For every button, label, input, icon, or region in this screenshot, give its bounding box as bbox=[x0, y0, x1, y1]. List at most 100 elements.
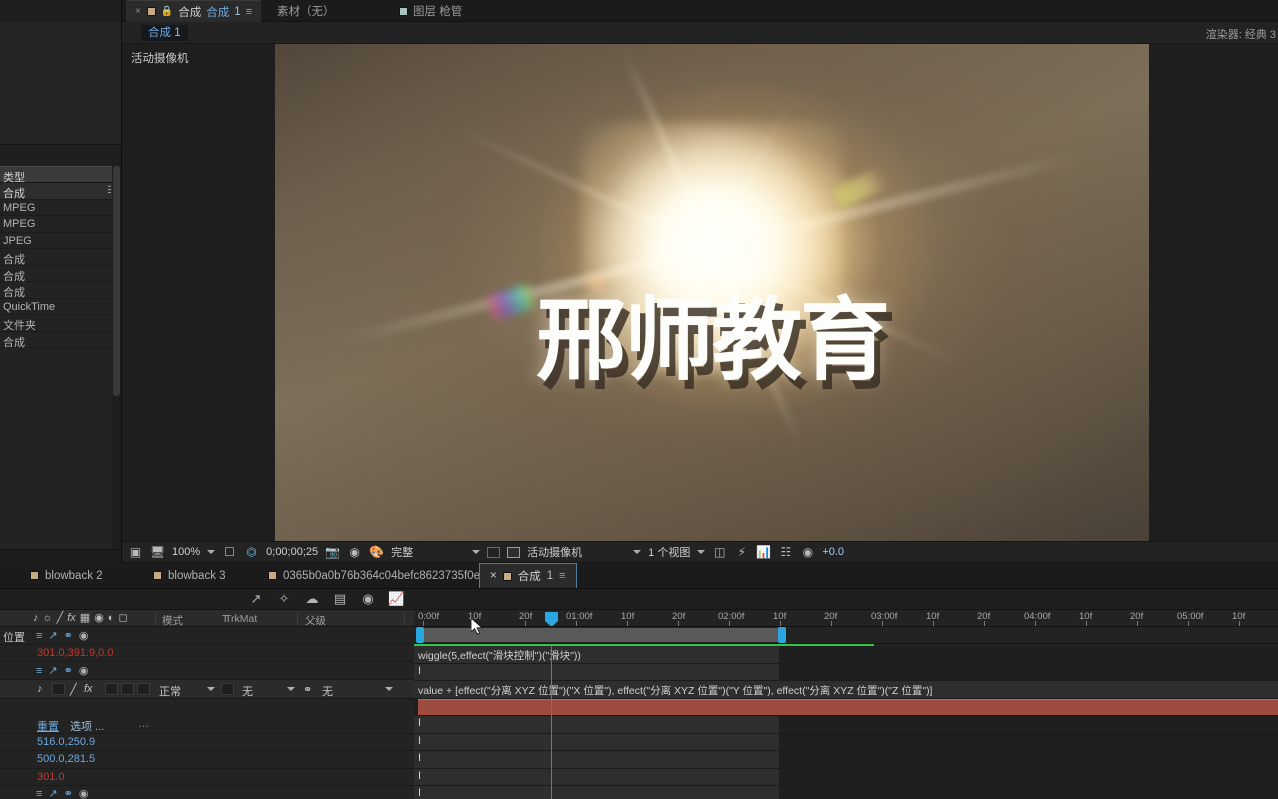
solo-toggle-box[interactable] bbox=[52, 682, 65, 695]
shy-toggle-icon[interactable]: ╱ bbox=[70, 683, 77, 696]
effects-icon[interactable]: fx bbox=[67, 612, 76, 624]
effect-value[interactable]: 516.0,250.9 bbox=[37, 736, 95, 748]
channel-rgb-icon[interactable]: 🎨 bbox=[369, 545, 384, 559]
project-column-header-type[interactable]: 类型 bbox=[0, 166, 121, 184]
graph-editor-set-icon[interactable]: ↗ bbox=[48, 787, 57, 799]
pixel-aspect-correction-icon[interactable]: ◫ bbox=[712, 545, 727, 559]
work-area-end-handle[interactable] bbox=[778, 627, 786, 643]
tab-hash-comp[interactable]: 0365b0a0b76b364c04befc8623735f0e bbox=[258, 563, 490, 588]
grid-guides-icon[interactable]: ☐ bbox=[222, 545, 237, 559]
close-icon[interactable]: × bbox=[490, 570, 497, 582]
zoom-dropdown-icon[interactable] bbox=[207, 550, 216, 554]
view-layout-dropdown-icon[interactable] bbox=[697, 550, 706, 554]
property-value-position[interactable]: 301.0,391.9,0.0 bbox=[37, 647, 113, 659]
tab-blowback-2[interactable]: blowback 2 bbox=[20, 563, 113, 588]
project-search-area[interactable] bbox=[0, 144, 121, 166]
motion-blur-3d-icon[interactable]: ✧ bbox=[276, 591, 292, 607]
exposure-value[interactable]: +0.0 bbox=[822, 546, 844, 558]
fast-preview-icon[interactable]: ⚡ bbox=[734, 545, 749, 559]
three-d-box[interactable] bbox=[137, 682, 150, 695]
reset-link[interactable]: 重置 bbox=[37, 718, 59, 734]
list-item[interactable]: QuickTime bbox=[0, 299, 121, 315]
snapshot-camera-icon[interactable]: 📷 bbox=[325, 545, 340, 559]
timeline-track-area[interactable]: wiggle(5,effect("滑块控制")("滑块")) I value +… bbox=[414, 646, 1278, 799]
expression-text-separate-xyz[interactable]: value + [effect("分离 XYZ 位置")("X 位置"), ef… bbox=[418, 683, 932, 698]
graph-editor-toggle-icon[interactable]: 📈 bbox=[388, 591, 404, 607]
effect-value[interactable]: 301.0 bbox=[37, 771, 65, 783]
parent-pickwhip-icon[interactable]: ⚭ bbox=[303, 683, 312, 696]
expression-text-wiggle[interactable]: wiggle(5,effect("滑块控制")("滑块")) bbox=[418, 648, 581, 663]
list-item[interactable]: MPEG bbox=[0, 200, 121, 216]
table-row[interactable]: 重置 选项 ... … bbox=[0, 716, 414, 734]
list-item[interactable]: MPEG bbox=[0, 216, 121, 233]
panel-menu-icon[interactable]: ≡ bbox=[246, 6, 252, 18]
list-item[interactable]: 合成 bbox=[0, 332, 121, 349]
three-d-layer-icon[interactable]: ◻ bbox=[118, 611, 127, 624]
parent-dropdown-icon[interactable] bbox=[385, 686, 393, 691]
tab-composition[interactable]: × 🔒 合成 合成 1 ≡ bbox=[126, 0, 262, 22]
tab-footage[interactable]: 素材（无） bbox=[268, 0, 344, 22]
show-snapshot-icon[interactable]: ◉ bbox=[347, 545, 362, 559]
list-item[interactable]: 合成 ☷ bbox=[0, 183, 121, 200]
table-row[interactable]: ≡ ↗ ⚭ ◉ bbox=[0, 662, 414, 680]
effect-value[interactable]: 500.0,281.5 bbox=[37, 753, 95, 765]
work-area-bar[interactable] bbox=[414, 627, 1278, 644]
tab-blowback-3[interactable]: blowback 3 bbox=[143, 563, 236, 588]
table-row[interactable]: 位置 ≡ ↗ ⚭ ◉ bbox=[0, 627, 414, 645]
timeline-jump-icon[interactable]: 📊 bbox=[756, 545, 771, 559]
motion-blur-box[interactable] bbox=[121, 682, 134, 695]
table-row[interactable]: 516.0,250.9 bbox=[0, 734, 414, 751]
expression-track-row[interactable]: wiggle(5,effect("滑块控制")("滑块")) bbox=[414, 646, 1278, 664]
pickwhip-icon[interactable]: ⚭ bbox=[64, 629, 73, 642]
expression-track-row[interactable]: I bbox=[414, 768, 1278, 786]
always-preview-icon[interactable]: ▣ bbox=[128, 545, 143, 559]
region-of-interest-box-icon[interactable] bbox=[487, 546, 501, 558]
resolution-quality[interactable]: 完整 bbox=[391, 544, 413, 560]
column-header-trkmat[interactable]: TrkMat bbox=[225, 613, 257, 625]
exposure-reset-icon[interactable]: ◉ bbox=[800, 545, 815, 559]
scrollbar-thumb[interactable] bbox=[113, 166, 120, 396]
list-item[interactable]: 合成 bbox=[0, 249, 121, 266]
adjustment-layer-icon[interactable]: ◐ bbox=[108, 612, 115, 624]
timeline-panel-menu-icon[interactable]: ≡ bbox=[559, 570, 565, 582]
flowchart-icon[interactable]: ☷ bbox=[778, 545, 793, 559]
table-row[interactable]: 301.0,391.9,0.0 bbox=[0, 645, 414, 662]
playhead-marker-icon[interactable] bbox=[545, 612, 558, 626]
frame-blend-icon[interactable]: ▦ bbox=[80, 611, 90, 624]
expression-language-icon[interactable]: ◉ bbox=[79, 787, 89, 799]
blend-mode-dropdown-icon[interactable] bbox=[207, 686, 215, 691]
breadcrumb[interactable]: 合成 1 bbox=[141, 25, 188, 41]
list-item[interactable]: 合成 bbox=[0, 282, 121, 299]
graph-editor-set-icon[interactable]: ↗ bbox=[48, 629, 57, 642]
table-row[interactable]: 301.0 bbox=[0, 769, 414, 786]
track-matte-box[interactable] bbox=[221, 682, 234, 695]
expression-track-row[interactable]: I bbox=[414, 663, 1278, 681]
expression-language-icon[interactable]: ◉ bbox=[79, 664, 89, 677]
table-row[interactable]: 500.0,281.5 bbox=[0, 751, 414, 769]
view-camera-select[interactable]: 活动摄像机 bbox=[527, 544, 582, 560]
track-matte-dropdown-icon[interactable] bbox=[287, 686, 295, 691]
options-link[interactable]: 选项 ... bbox=[70, 718, 104, 734]
pickwhip-icon[interactable]: ⚭ bbox=[64, 787, 73, 799]
graph-editor-set-icon[interactable]: ↗ bbox=[48, 664, 57, 677]
composition-viewer[interactable]: 活动摄像机 邢师教育 bbox=[122, 44, 1278, 541]
transparency-grid-icon[interactable] bbox=[507, 546, 521, 558]
column-header-mode[interactable]: 模式 bbox=[162, 613, 183, 628]
audio-icon[interactable]: ♪ bbox=[33, 612, 39, 624]
pickwhip-icon[interactable]: ⚭ bbox=[64, 664, 73, 677]
zoom-level[interactable]: 100% bbox=[172, 546, 200, 558]
motion-blur-switch-icon[interactable]: ◉ bbox=[94, 611, 104, 624]
expression-language-icon[interactable]: ◉ bbox=[79, 629, 89, 642]
table-row[interactable]: ≡ ↗ ⚭ ◉ bbox=[0, 786, 414, 799]
blend-mode-select[interactable]: 正常 bbox=[159, 683, 181, 698]
expression-enable-icon[interactable]: ≡ bbox=[36, 788, 42, 799]
renderer-label[interactable]: 渲染器: 经典 3 bbox=[1206, 26, 1276, 42]
expression-track-row[interactable]: I bbox=[414, 786, 1278, 799]
lock-icon[interactable]: 🔒 bbox=[161, 6, 173, 17]
view-layout-select[interactable]: 1 个视图 bbox=[648, 544, 690, 560]
camera-dropdown-icon[interactable] bbox=[633, 550, 642, 554]
parent-select[interactable]: 无 bbox=[322, 683, 333, 698]
list-item[interactable]: 合成 bbox=[0, 266, 121, 283]
expression-enable-icon[interactable]: ≡ bbox=[36, 665, 42, 677]
close-icon[interactable]: × bbox=[135, 6, 141, 17]
